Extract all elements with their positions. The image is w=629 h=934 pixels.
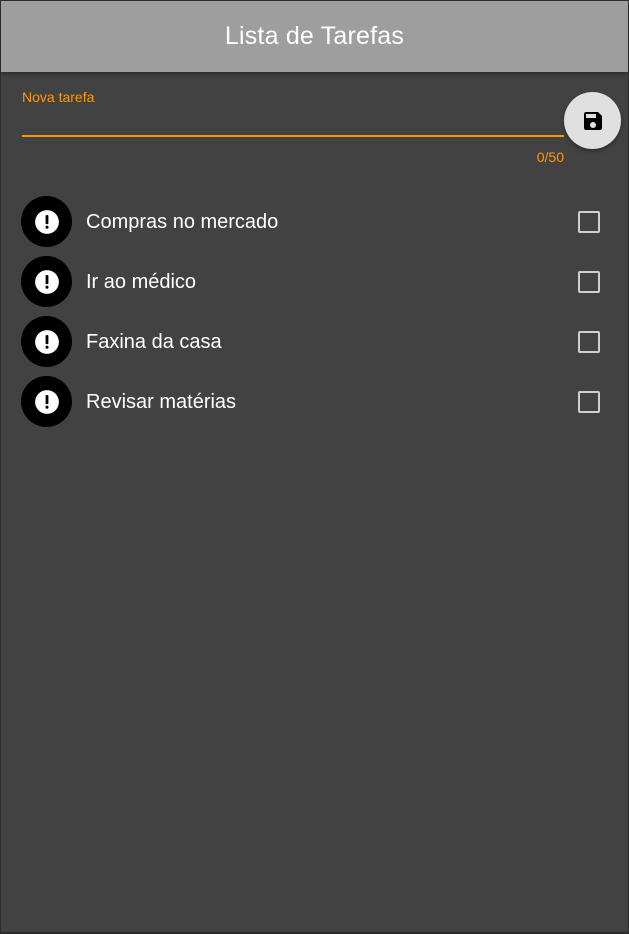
task-avatar xyxy=(21,316,72,367)
list-item[interactable]: Ir ao médico xyxy=(1,252,628,312)
page-title: Lista de Tarefas xyxy=(224,22,405,50)
save-button[interactable] xyxy=(564,92,621,149)
task-label: Faxina da casa xyxy=(86,331,222,353)
list-item[interactable]: Compras no mercado xyxy=(1,192,628,252)
character-counter: 0/50 xyxy=(536,149,564,165)
new-task-label: Nova tarefa xyxy=(22,89,95,105)
task-avatar xyxy=(21,256,72,307)
task-avatar xyxy=(21,376,72,427)
exclamation-icon xyxy=(34,389,59,414)
exclamation-icon xyxy=(34,329,59,354)
list-item[interactable]: Faxina da casa xyxy=(1,312,628,372)
task-checkbox[interactable] xyxy=(578,391,600,413)
task-avatar xyxy=(21,196,72,247)
exclamation-icon xyxy=(34,269,59,294)
task-checkbox[interactable] xyxy=(578,331,600,353)
app-bar: Lista de Tarefas xyxy=(1,1,628,72)
task-label: Compras no mercado xyxy=(86,211,279,233)
exclamation-icon xyxy=(34,209,59,234)
new-task-underline xyxy=(22,135,564,137)
task-checkbox[interactable] xyxy=(578,271,600,293)
task-checkbox[interactable] xyxy=(578,211,600,233)
task-label: Ir ao médico xyxy=(86,271,197,293)
new-task-input[interactable] xyxy=(22,107,564,133)
new-task-field[interactable]: Nova tarefa 0/50 xyxy=(22,87,564,167)
list-item[interactable]: Revisar matérias xyxy=(1,372,628,432)
task-label: Revisar matérias xyxy=(86,391,237,413)
save-icon xyxy=(583,111,602,130)
app-screen: Lista de Tarefas Nova tarefa 0/50 Compra… xyxy=(1,1,628,932)
